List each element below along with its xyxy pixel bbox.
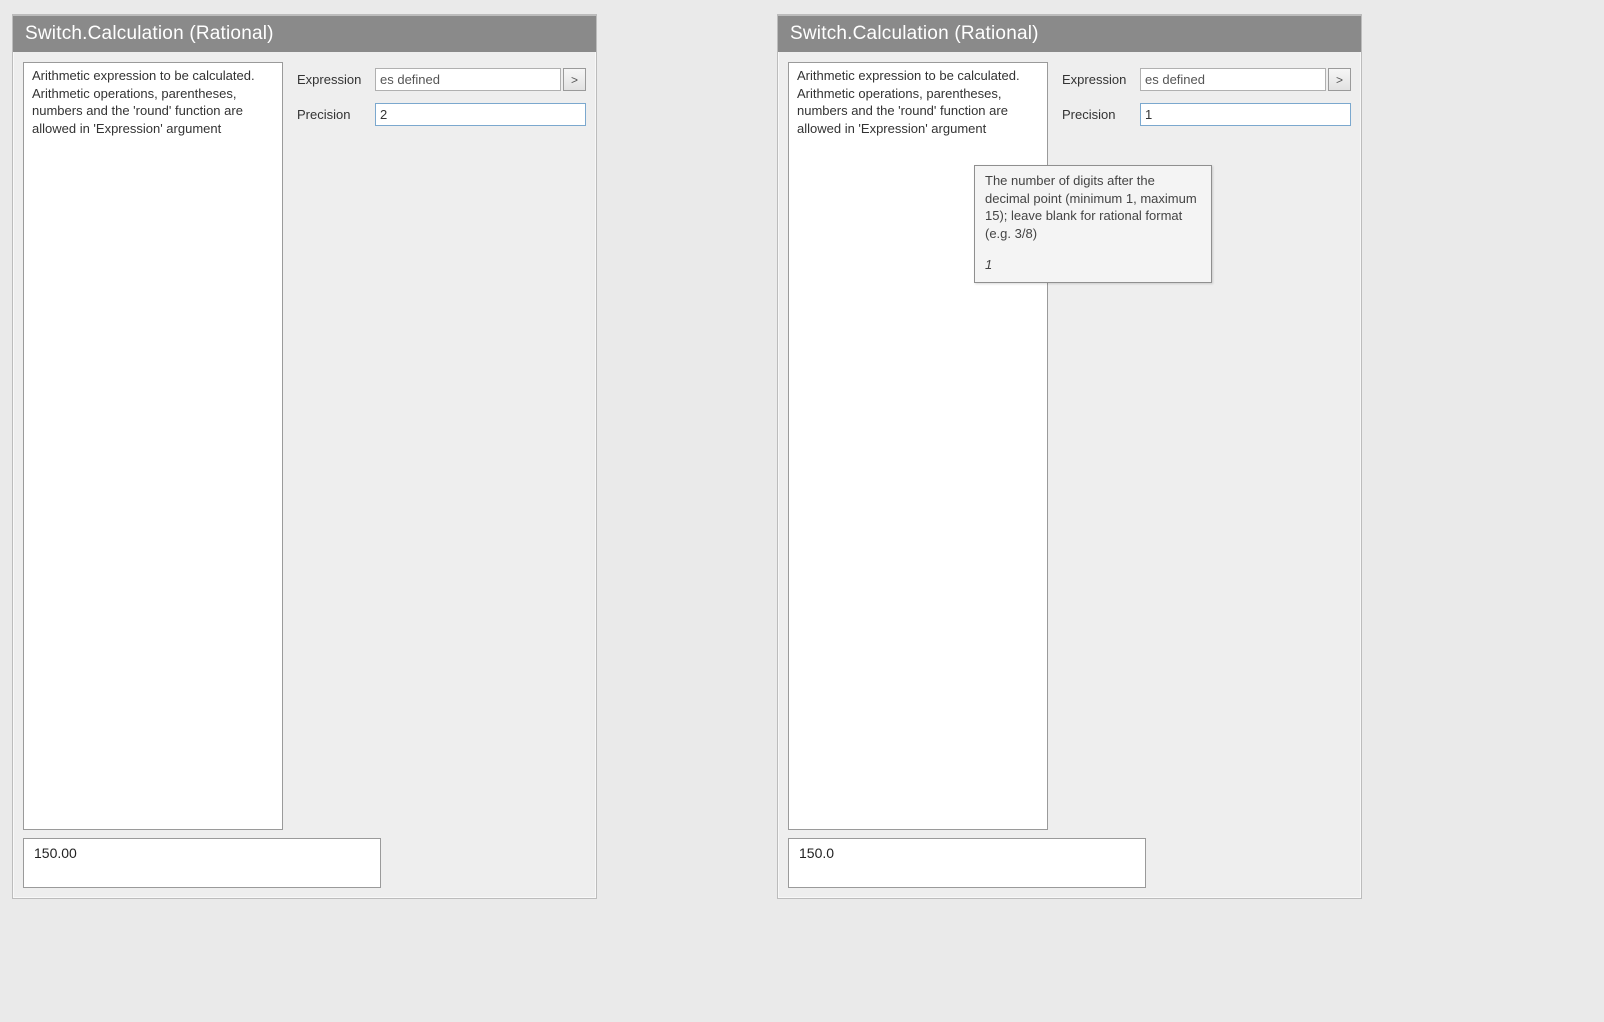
screenshot-canvas: Switch.Calculation (Rational) Arithmetic… [0, 0, 1604, 1022]
expression-label: Expression [297, 72, 375, 87]
description-box: Arithmetic expression to be calculated. … [23, 62, 283, 830]
precision-input[interactable] [375, 103, 586, 126]
tooltip-text: The number of digits after the decimal p… [985, 172, 1201, 242]
result-box: 150.00 [23, 838, 381, 888]
expression-input[interactable] [375, 68, 561, 91]
calculation-dialog: Switch.Calculation (Rational) Arithmetic… [777, 14, 1362, 899]
precision-label: Precision [1062, 107, 1140, 122]
precision-row: Precision [1062, 103, 1351, 126]
chevron-right-icon: > [571, 73, 578, 87]
tooltip-current-value: 1 [985, 256, 1201, 274]
precision-row: Precision [297, 103, 586, 126]
precision-input[interactable] [1140, 103, 1351, 126]
dialog-body: Arithmetic expression to be calculated. … [778, 52, 1361, 834]
dialog-body: Arithmetic expression to be calculated. … [13, 52, 596, 834]
chevron-right-icon: > [1336, 73, 1343, 87]
expression-expand-button[interactable]: > [1328, 68, 1351, 91]
expression-label: Expression [1062, 72, 1140, 87]
parameters-panel: Expression > Precision [283, 62, 586, 830]
result-box: 150.0 [788, 838, 1146, 888]
precision-tooltip: The number of digits after the decimal p… [974, 165, 1212, 283]
dialog-title: Switch.Calculation (Rational) [778, 16, 1361, 52]
dialog-title: Switch.Calculation (Rational) [13, 16, 596, 52]
calculation-dialog: Switch.Calculation (Rational) Arithmetic… [12, 14, 597, 899]
precision-label: Precision [297, 107, 375, 122]
expression-input[interactable] [1140, 68, 1326, 91]
expression-row: Expression > [297, 68, 586, 91]
expression-row: Expression > [1062, 68, 1351, 91]
expression-expand-button[interactable]: > [563, 68, 586, 91]
